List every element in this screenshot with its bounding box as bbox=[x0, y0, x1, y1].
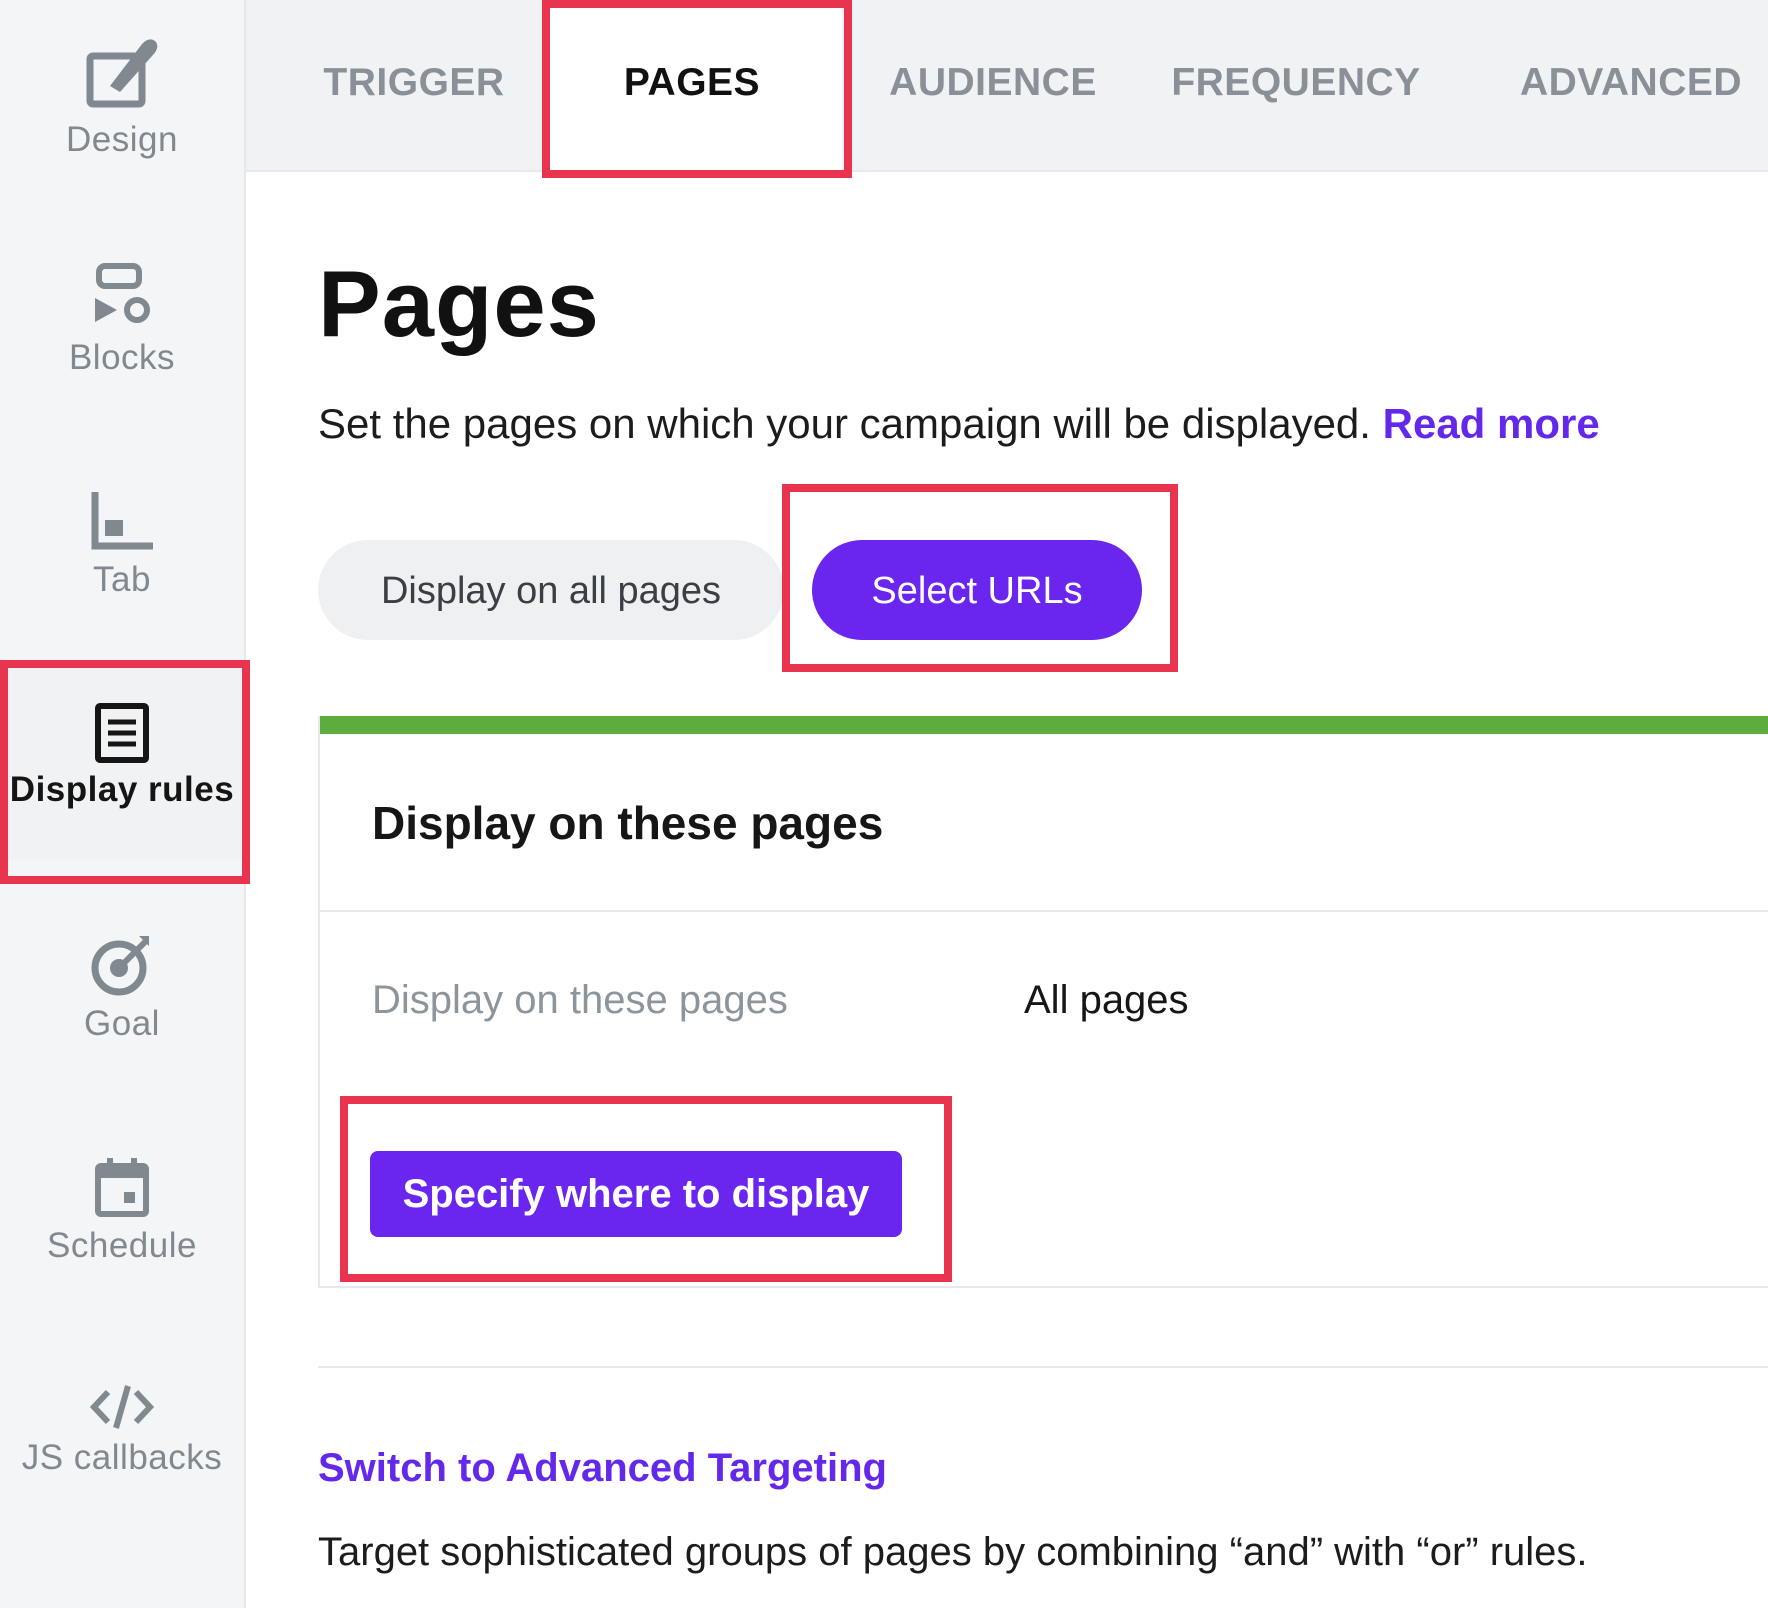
code-icon bbox=[90, 1385, 154, 1429]
tab-advanced[interactable]: ADVANCED bbox=[1506, 0, 1756, 170]
specify-where-button[interactable]: Specify where to display bbox=[370, 1151, 902, 1237]
description-text: Set the pages on which your campaign wil… bbox=[318, 400, 1371, 447]
blocks-icon bbox=[95, 263, 150, 323]
card-divider bbox=[320, 910, 1768, 912]
display-pages-card: Display on these pages Display on these … bbox=[318, 716, 1768, 1288]
display-all-pages-toggle[interactable]: Display on all pages bbox=[318, 540, 784, 640]
advanced-targeting-description: Target sophisticated groups of pages by … bbox=[318, 1530, 1588, 1574]
tab-icon bbox=[91, 492, 153, 550]
sidebar: Design Blocks Tab Display rules Goal Sch… bbox=[0, 0, 246, 1608]
tab-frequency[interactable]: FREQUENCY bbox=[1146, 0, 1446, 170]
calendar-icon bbox=[95, 1158, 149, 1217]
display-pages-value: All pages bbox=[1024, 978, 1189, 1022]
read-more-link[interactable]: Read more bbox=[1383, 400, 1600, 447]
tab-audience[interactable]: AUDIENCE bbox=[858, 0, 1128, 170]
sidebar-item-label: Tab bbox=[93, 560, 151, 599]
sidebar-item-label: Blocks bbox=[68, 338, 176, 377]
sidebar-item-label: Goal bbox=[84, 1004, 160, 1043]
section-divider bbox=[318, 1366, 1768, 1368]
page-description: Set the pages on which your campaign wil… bbox=[318, 400, 1600, 448]
card-title: Display on these pages bbox=[372, 797, 884, 849]
sidebar-item-design[interactable]: Design bbox=[0, 30, 244, 180]
sidebar-item-js-callbacks[interactable]: JS callbacks bbox=[0, 1382, 244, 1512]
tab-pages[interactable]: PAGES bbox=[542, 0, 842, 170]
display-pages-label: Display on these pages bbox=[372, 978, 788, 1022]
target-icon bbox=[91, 936, 150, 996]
page-title: Pages bbox=[318, 251, 600, 356]
sidebar-item-label: Design bbox=[66, 120, 178, 159]
design-brush-icon bbox=[86, 39, 158, 108]
document-list-icon bbox=[95, 703, 149, 763]
sidebar-item-label: Schedule bbox=[47, 1226, 197, 1265]
tab-bar: TRIGGER PAGES AUDIENCE FREQUENCY ADVANCE… bbox=[246, 0, 1768, 172]
sidebar-item-label: Display rules bbox=[9, 770, 235, 809]
advanced-targeting-link[interactable]: Switch to Advanced Targeting bbox=[318, 1446, 887, 1491]
sidebar-item-goal[interactable]: Goal bbox=[0, 932, 244, 1062]
sidebar-item-label: JS callbacks bbox=[21, 1438, 223, 1477]
sidebar-item-blocks[interactable]: Blocks bbox=[0, 262, 244, 392]
sidebar-item-display-rules[interactable]: Display rules bbox=[0, 660, 244, 860]
sidebar-item-schedule[interactable]: Schedule bbox=[0, 1154, 244, 1284]
card-status-bar bbox=[320, 716, 1768, 734]
sidebar-item-tab[interactable]: Tab bbox=[0, 488, 244, 618]
tab-trigger[interactable]: TRIGGER bbox=[272, 0, 556, 170]
select-urls-toggle[interactable]: Select URLs bbox=[812, 540, 1142, 640]
